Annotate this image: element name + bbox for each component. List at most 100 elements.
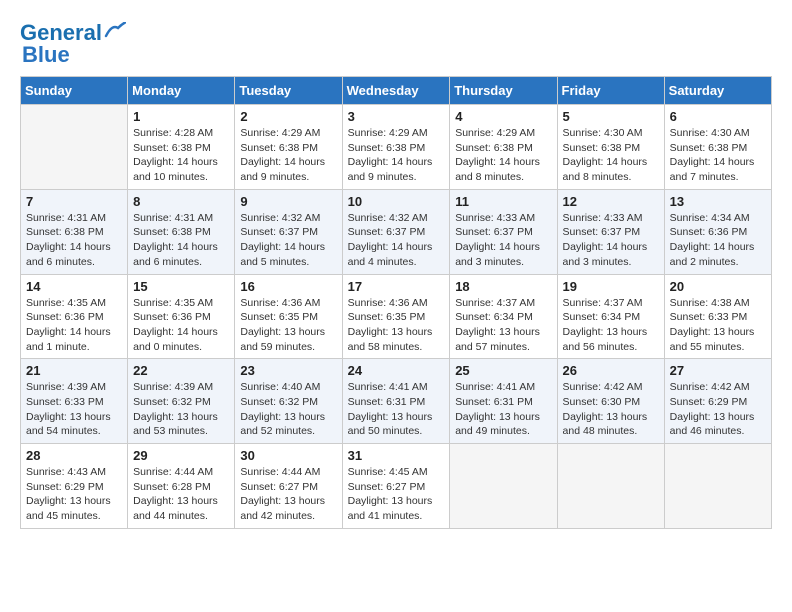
week-row-3: 14 Sunrise: 4:35 AMSunset: 6:36 PMDayligh…	[21, 274, 772, 359]
day-number: 2	[240, 109, 336, 124]
calendar-cell: 22Sunrise: 4:39 AMSunset: 6:32 PMDayligh…	[128, 359, 235, 444]
calendar-cell: 18Sunrise: 4:37 AMSunset: 6:34 PMDayligh…	[450, 274, 557, 359]
day-number: 8	[133, 194, 229, 209]
calendar-cell: 27 Sunrise: 4:42 AMSunset: 6:29 PMDayligh…	[664, 359, 771, 444]
calendar-cell: 12 Sunrise: 4:33 AMSunset: 6:37 PMDayligh…	[557, 189, 664, 274]
calendar-cell: 9 Sunrise: 4:32 AMSunset: 6:37 PMDaylight…	[235, 189, 342, 274]
calendar-cell: 3Sunrise: 4:29 AMSunset: 6:38 PMDaylight…	[342, 105, 450, 190]
calendar-cell: 13Sunrise: 4:34 AMSunset: 6:36 PMDayligh…	[664, 189, 771, 274]
calendar-cell: 6Sunrise: 4:30 AMSunset: 6:38 PMDaylight…	[664, 105, 771, 190]
day-info: Sunrise: 4:28 AMSunset: 6:38 PMDaylight:…	[133, 126, 229, 185]
weekday-header-monday: Monday	[128, 77, 235, 105]
day-info: Sunrise: 4:30 AMSunset: 6:38 PMDaylight:…	[670, 126, 766, 185]
calendar-cell: 8Sunrise: 4:31 AMSunset: 6:38 PMDaylight…	[128, 189, 235, 274]
day-number: 21	[26, 363, 122, 378]
day-info: Sunrise: 4:30 AMSunset: 6:38 PMDaylight:…	[563, 126, 659, 185]
day-number: 24	[348, 363, 445, 378]
day-info: Sunrise: 4:38 AMSunset: 6:33 PMDaylight:…	[670, 296, 766, 355]
logo-blue: Blue	[22, 42, 70, 68]
day-number: 1	[133, 109, 229, 124]
day-info: Sunrise: 4:31 AMSunset: 6:38 PMDaylight:…	[26, 211, 122, 270]
calendar-cell: 28 Sunrise: 4:43 AMSunset: 6:29 PMDayligh…	[21, 444, 128, 529]
day-number: 29	[133, 448, 229, 463]
calendar-cell: 16 Sunrise: 4:36 AMSunset: 6:35 PMDayligh…	[235, 274, 342, 359]
day-info: Sunrise: 4:33 AMSunset: 6:37 PMDaylight:…	[455, 211, 551, 270]
day-number: 3	[348, 109, 445, 124]
weekday-header-tuesday: Tuesday	[235, 77, 342, 105]
calendar-cell: 10 Sunrise: 4:32 AMSunset: 6:37 PMDayligh…	[342, 189, 450, 274]
day-info: Sunrise: 4:45 AMSunset: 6:27 PMDaylight:…	[348, 465, 445, 524]
day-number: 10	[348, 194, 445, 209]
day-number: 5	[563, 109, 659, 124]
logo: General Blue	[20, 20, 126, 68]
day-info: Sunrise: 4:44 AMSunset: 6:27 PMDaylight:…	[240, 465, 336, 524]
day-number: 7	[26, 194, 122, 209]
calendar-table: SundayMondayTuesdayWednesdayThursdayFrid…	[20, 76, 772, 529]
day-info: Sunrise: 4:32 AMSunset: 6:37 PMDaylight:…	[240, 211, 336, 270]
logo-bird-icon	[104, 22, 126, 40]
calendar-cell	[21, 105, 128, 190]
calendar-cell: 17Sunrise: 4:36 AMSunset: 6:35 PMDayligh…	[342, 274, 450, 359]
calendar-cell: 21 Sunrise: 4:39 AMSunset: 6:33 PMDayligh…	[21, 359, 128, 444]
day-info: Sunrise: 4:41 AMSunset: 6:31 PMDaylight:…	[348, 380, 445, 439]
day-info: Sunrise: 4:33 AMSunset: 6:37 PMDaylight:…	[563, 211, 659, 270]
weekday-header-friday: Friday	[557, 77, 664, 105]
day-number: 30	[240, 448, 336, 463]
day-info: Sunrise: 4:35 AMSunset: 6:36 PMDaylight:…	[26, 296, 122, 355]
calendar-cell: 20 Sunrise: 4:38 AMSunset: 6:33 PMDayligh…	[664, 274, 771, 359]
day-info: Sunrise: 4:35 AMSunset: 6:36 PMDaylight:…	[133, 296, 229, 355]
weekday-header-wednesday: Wednesday	[342, 77, 450, 105]
calendar-cell	[450, 444, 557, 529]
day-number: 12	[563, 194, 659, 209]
day-number: 18	[455, 279, 551, 294]
calendar-cell	[557, 444, 664, 529]
calendar-cell: 25 Sunrise: 4:41 AMSunset: 6:31 PMDayligh…	[450, 359, 557, 444]
week-row-5: 28 Sunrise: 4:43 AMSunset: 6:29 PMDayligh…	[21, 444, 772, 529]
weekday-header-row: SundayMondayTuesdayWednesdayThursdayFrid…	[21, 77, 772, 105]
day-number: 23	[240, 363, 336, 378]
calendar-cell: 24 Sunrise: 4:41 AMSunset: 6:31 PMDayligh…	[342, 359, 450, 444]
week-row-4: 21 Sunrise: 4:39 AMSunset: 6:33 PMDayligh…	[21, 359, 772, 444]
day-info: Sunrise: 4:40 AMSunset: 6:32 PMDaylight:…	[240, 380, 336, 439]
weekday-header-saturday: Saturday	[664, 77, 771, 105]
day-info: Sunrise: 4:29 AMSunset: 6:38 PMDaylight:…	[240, 126, 336, 185]
calendar-cell: 11 Sunrise: 4:33 AMSunset: 6:37 PMDayligh…	[450, 189, 557, 274]
day-number: 28	[26, 448, 122, 463]
day-number: 25	[455, 363, 551, 378]
day-number: 11	[455, 194, 551, 209]
calendar-cell: 2 Sunrise: 4:29 AMSunset: 6:38 PMDaylight…	[235, 105, 342, 190]
calendar-cell: 26 Sunrise: 4:42 AMSunset: 6:30 PMDayligh…	[557, 359, 664, 444]
day-number: 31	[348, 448, 445, 463]
calendar-cell: 5 Sunrise: 4:30 AMSunset: 6:38 PMDaylight…	[557, 105, 664, 190]
day-number: 17	[348, 279, 445, 294]
calendar-cell: 31 Sunrise: 4:45 AMSunset: 6:27 PMDayligh…	[342, 444, 450, 529]
week-row-1: 1 Sunrise: 4:28 AMSunset: 6:38 PMDaylight…	[21, 105, 772, 190]
day-number: 9	[240, 194, 336, 209]
day-info: Sunrise: 4:42 AMSunset: 6:29 PMDaylight:…	[670, 380, 766, 439]
day-info: Sunrise: 4:37 AMSunset: 6:34 PMDaylight:…	[563, 296, 659, 355]
day-number: 22	[133, 363, 229, 378]
day-info: Sunrise: 4:39 AMSunset: 6:33 PMDaylight:…	[26, 380, 122, 439]
weekday-header-thursday: Thursday	[450, 77, 557, 105]
calendar-cell: 30 Sunrise: 4:44 AMSunset: 6:27 PMDayligh…	[235, 444, 342, 529]
day-number: 16	[240, 279, 336, 294]
day-number: 13	[670, 194, 766, 209]
calendar-cell: 1 Sunrise: 4:28 AMSunset: 6:38 PMDaylight…	[128, 105, 235, 190]
day-number: 14	[26, 279, 122, 294]
day-info: Sunrise: 4:41 AMSunset: 6:31 PMDaylight:…	[455, 380, 551, 439]
day-info: Sunrise: 4:42 AMSunset: 6:30 PMDaylight:…	[563, 380, 659, 439]
day-number: 26	[563, 363, 659, 378]
day-number: 27	[670, 363, 766, 378]
calendar-cell: 23 Sunrise: 4:40 AMSunset: 6:32 PMDayligh…	[235, 359, 342, 444]
day-number: 19	[563, 279, 659, 294]
day-info: Sunrise: 4:29 AMSunset: 6:38 PMDaylight:…	[455, 126, 551, 185]
day-info: Sunrise: 4:36 AMSunset: 6:35 PMDaylight:…	[240, 296, 336, 355]
day-info: Sunrise: 4:43 AMSunset: 6:29 PMDaylight:…	[26, 465, 122, 524]
week-row-2: 7 Sunrise: 4:31 AMSunset: 6:38 PMDaylight…	[21, 189, 772, 274]
calendar-cell: 7 Sunrise: 4:31 AMSunset: 6:38 PMDaylight…	[21, 189, 128, 274]
day-number: 15	[133, 279, 229, 294]
calendar-cell: 15 Sunrise: 4:35 AMSunset: 6:36 PMDayligh…	[128, 274, 235, 359]
calendar-cell: 29Sunrise: 4:44 AMSunset: 6:28 PMDayligh…	[128, 444, 235, 529]
day-info: Sunrise: 4:32 AMSunset: 6:37 PMDaylight:…	[348, 211, 445, 270]
day-number: 20	[670, 279, 766, 294]
